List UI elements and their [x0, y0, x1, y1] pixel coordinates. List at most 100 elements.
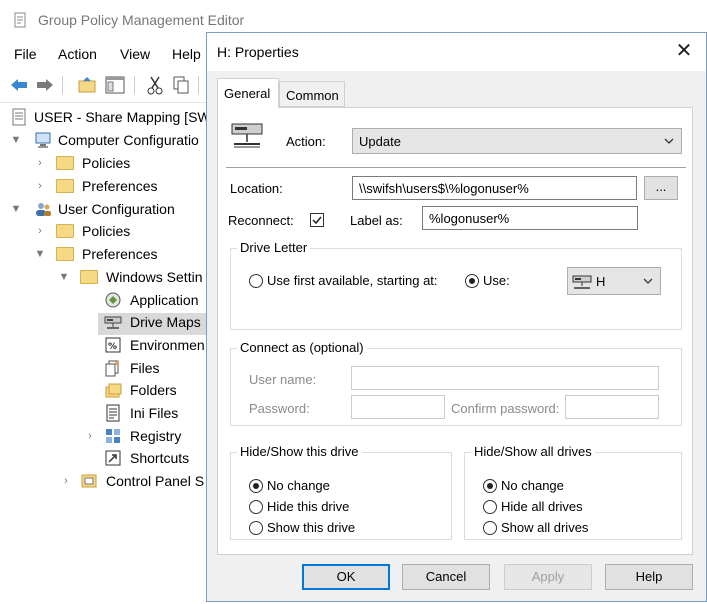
folder-icon [56, 224, 74, 238]
menu-file[interactable]: File [14, 46, 37, 62]
user-name-input[interactable] [351, 366, 659, 390]
up-folder-icon[interactable] [76, 74, 98, 96]
hide-all-drives-radio[interactable] [483, 500, 497, 514]
hide-show-drive-title: Hide/Show this drive [237, 444, 362, 459]
folders-icon [105, 383, 122, 398]
reconnect-checkbox[interactable] [310, 213, 324, 227]
dialog-title-bar[interactable]: H: Properties ✕ [207, 33, 706, 71]
chevron-right-icon[interactable]: › [34, 179, 46, 193]
chevron-right-icon[interactable]: › [84, 429, 96, 443]
hide-show-all-title: Hide/Show all drives [471, 444, 595, 459]
first-available-label: Use first available, starting at: [267, 273, 438, 288]
chevron-down-icon[interactable]: ▼ [10, 133, 22, 147]
copy-icon[interactable] [170, 74, 192, 96]
show-this-drive-label: Show this drive [267, 520, 356, 535]
tree-item-drive-maps[interactable]: Drive Maps [98, 313, 210, 335]
tree-item-label: Windows Settin [106, 269, 203, 285]
action-select-value: Update [359, 134, 401, 149]
folder-icon [56, 179, 74, 193]
tree-item-label: Files [130, 360, 160, 376]
control-panel-icon [81, 474, 97, 488]
menu-action[interactable]: Action [58, 46, 97, 62]
tab-common[interactable]: Common [279, 81, 345, 107]
tree-item-label: Drive Maps [130, 314, 201, 330]
chevron-down-icon[interactable]: ▼ [58, 270, 70, 284]
menu-view[interactable]: View [120, 46, 150, 62]
all-no-change-radio[interactable] [483, 479, 497, 493]
hide-show-all-group: Hide/Show all drives No change Hide all … [464, 444, 682, 540]
tree-item-label: Preferences [82, 246, 158, 262]
checkmark-icon [312, 216, 322, 225]
computer-icon [35, 132, 51, 148]
show-all-drives-radio[interactable] [483, 521, 497, 535]
browse-button[interactable]: ... [644, 176, 678, 200]
chevron-down-icon [664, 138, 674, 144]
show-all-drives-label: Show all drives [501, 520, 589, 535]
action-select[interactable]: Update [352, 128, 682, 154]
drive-letter-title: Drive Letter [237, 240, 311, 255]
hide-all-drives-label: Hide all drives [501, 499, 583, 514]
tree-item-label: Ini Files [130, 405, 179, 421]
use-letter-label: Use: [483, 273, 510, 288]
tree-item-label: Policies [82, 223, 131, 239]
tree-item-label: Registry [130, 428, 182, 444]
menu-help[interactable]: Help [172, 46, 201, 62]
tree-item-label: Computer Configuratio [58, 132, 199, 148]
location-input[interactable]: \\swifsh\users$\%logonuser% [352, 176, 637, 200]
show-this-drive-radio[interactable] [249, 521, 263, 535]
forward-icon[interactable] [34, 74, 56, 96]
drive-map-icon [572, 275, 592, 289]
chevron-right-icon[interactable]: › [34, 224, 46, 238]
confirm-password-input[interactable] [565, 395, 659, 419]
ok-button[interactable]: OK [302, 564, 390, 590]
shortcuts-icon [105, 450, 121, 466]
drive-no-change-label: No change [267, 478, 330, 493]
use-letter-radio[interactable] [465, 274, 479, 288]
application-icon [105, 292, 121, 308]
tab-general[interactable]: General [217, 78, 279, 108]
policy-doc-icon [12, 108, 26, 126]
all-no-change-label: No change [501, 478, 564, 493]
password-input[interactable] [351, 395, 445, 419]
tree-item-label: Preferences [82, 178, 158, 194]
users-icon [36, 203, 51, 216]
drive-map-icon [104, 316, 122, 329]
help-button[interactable]: Help [605, 564, 693, 590]
drive-no-change-radio[interactable] [249, 479, 263, 493]
chevron-down-icon[interactable]: ▼ [10, 202, 22, 216]
hide-show-drive-group: Hide/Show this drive No change Hide this… [230, 444, 452, 540]
policy-tree: USER - Share Mapping [SW ▼ Computer Conf… [0, 104, 211, 604]
cut-icon[interactable] [144, 74, 166, 96]
chevron-right-icon[interactable]: › [34, 156, 46, 170]
user-name-label: User name: [249, 372, 317, 387]
dialog-title: H: Properties [217, 44, 299, 60]
first-available-radio[interactable] [249, 274, 263, 288]
tree-item-label: Control Panel S [106, 473, 205, 489]
chevron-right-icon[interactable]: › [60, 474, 72, 488]
tree-item-label: USER - Share Mapping [SW [34, 109, 211, 125]
password-label: Password: [249, 401, 310, 416]
hide-this-drive-radio[interactable] [249, 500, 263, 514]
tree-item-label: Application [130, 292, 199, 308]
tree-item-label: User Configuration [58, 201, 175, 217]
cancel-button[interactable]: Cancel [402, 564, 490, 590]
label-as-label: Label as: [350, 213, 403, 228]
back-icon[interactable] [8, 74, 30, 96]
registry-icon [106, 429, 120, 443]
chevron-down-icon [643, 278, 653, 284]
apply-button[interactable]: Apply [504, 564, 592, 590]
label-as-input[interactable]: %logonuser% [422, 206, 638, 230]
show-hide-tree-icon[interactable] [104, 74, 126, 96]
drive-map-icon [231, 123, 263, 148]
folder-icon [56, 156, 74, 170]
tree-item-label: Shortcuts [130, 450, 190, 466]
close-icon[interactable]: ✕ [672, 40, 696, 64]
environment-icon: % [105, 337, 121, 353]
chevron-down-icon[interactable]: ▼ [34, 247, 46, 261]
drive-letter-select[interactable]: H [567, 267, 661, 295]
drive-letter-value: H [596, 274, 606, 289]
general-tab-panel: Action: Update Location: \\swifsh\users$… [217, 107, 693, 555]
tree-item-label: Folders [130, 382, 177, 398]
main-window-title: Group Policy Management Editor [38, 12, 245, 28]
tree-item-label: Policies [82, 155, 131, 171]
